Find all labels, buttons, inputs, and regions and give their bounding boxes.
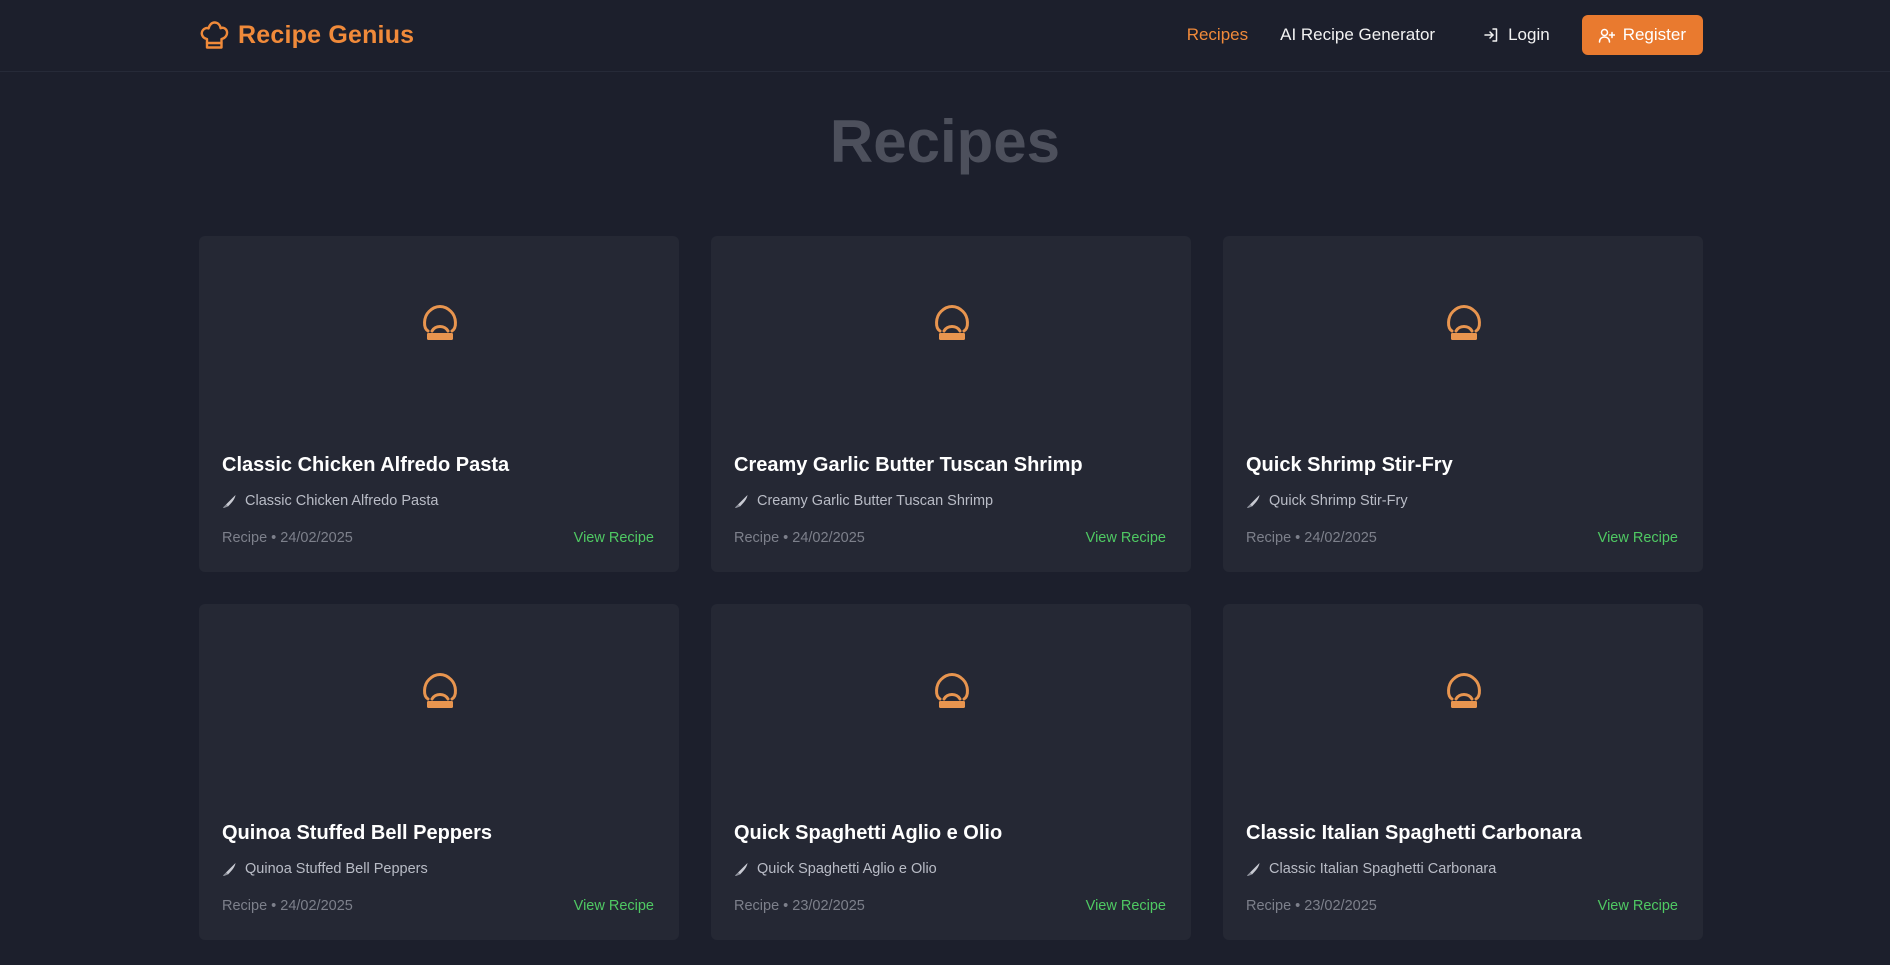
recipe-meta: Recipe • 23/02/2025 [734, 898, 865, 914]
nav-recipes-link[interactable]: Recipes [1187, 25, 1248, 45]
view-recipe-link[interactable]: View Recipe [1598, 898, 1678, 914]
recipe-title: Classic Chicken Alfredo Pasta [222, 454, 510, 476]
recipe-subtitle-text: Quick Shrimp Stir-Fry [1269, 493, 1408, 509]
recipe-card[interactable]: Classic Chicken Alfredo Pasta Classic Ch… [199, 236, 679, 572]
view-recipe-link[interactable]: View Recipe [1086, 530, 1166, 546]
chef-hat-icon [935, 305, 969, 340]
recipe-subtitle-text: Quick Spaghetti Aglio e Olio [757, 861, 937, 877]
recipe-subtitle: Classic Chicken Alfredo Pasta [222, 493, 438, 509]
recipe-title: Classic Italian Spaghetti Carbonara [1246, 822, 1582, 844]
knife-icon [1247, 862, 1260, 876]
page-title: Recipes [829, 108, 1061, 175]
recipe-title: Quick Spaghetti Aglio e Olio [734, 822, 1003, 844]
view-recipe-link[interactable]: View Recipe [574, 898, 654, 914]
recipe-meta: Recipe • 24/02/2025 [1246, 530, 1377, 546]
main-nav: Recipes AI Recipe Generator Login Regist… [1187, 15, 1703, 55]
recipe-card[interactable]: Quinoa Stuffed Bell Peppers Quinoa Stuff… [199, 604, 679, 940]
recipe-title: Creamy Garlic Butter Tuscan Shrimp [734, 454, 1083, 476]
register-button[interactable]: Register [1581, 15, 1703, 55]
recipe-grid: Classic Chicken Alfredo Pasta Classic Ch… [199, 236, 1703, 940]
recipe-subtitle-text: Creamy Garlic Butter Tuscan Shrimp [757, 493, 994, 509]
knife-icon [223, 862, 236, 876]
chef-hat-icon [423, 305, 457, 340]
chef-hat-icon [1447, 305, 1481, 340]
chef-hat-icon [423, 673, 457, 708]
view-recipe-link[interactable]: View Recipe [1086, 898, 1166, 914]
knife-icon [1247, 494, 1260, 508]
recipe-subtitle: Quick Shrimp Stir-Fry [1246, 493, 1408, 509]
recipe-meta: Recipe • 24/02/2025 [734, 530, 865, 546]
recipe-subtitle: Quinoa Stuffed Bell Peppers [222, 861, 428, 877]
recipe-card[interactable]: Quick Spaghetti Aglio e Olio Quick Spagh… [711, 604, 1191, 940]
chef-hat-icon [935, 673, 969, 708]
nav-ai-generator-link[interactable]: AI Recipe Generator [1280, 25, 1435, 45]
recipe-card[interactable]: Quick Shrimp Stir-Fry Quick Shrimp Stir-… [1223, 236, 1703, 572]
recipe-meta: Recipe • 24/02/2025 [222, 898, 353, 914]
login-icon [1484, 28, 1498, 42]
user-plus-icon [1598, 28, 1615, 43]
brand-logo[interactable]: Recipe Genius [199, 18, 414, 52]
view-recipe-link[interactable]: View Recipe [1598, 530, 1678, 546]
login-link[interactable]: Login [1483, 25, 1550, 45]
recipe-title: Quick Shrimp Stir-Fry [1246, 454, 1453, 476]
recipe-meta: Recipe • 24/02/2025 [222, 530, 353, 546]
brand-name: Recipe Genius [238, 20, 415, 49]
recipe-subtitle-text: Classic Italian Spaghetti Carbonara [1269, 861, 1497, 877]
knife-icon [735, 494, 748, 508]
knife-icon [223, 494, 236, 508]
chef-hat-icon [1447, 673, 1481, 708]
login-label: Login [1508, 25, 1550, 44]
recipe-title: Quinoa Stuffed Bell Peppers [222, 822, 493, 844]
navbar: Recipe Genius Recipes AI Recipe Generato… [0, 0, 1890, 72]
recipe-card[interactable]: Creamy Garlic Butter Tuscan Shrimp Cream… [711, 236, 1191, 572]
view-recipe-link[interactable]: View Recipe [574, 530, 654, 546]
chef-hat-icon [200, 21, 229, 49]
recipe-card[interactable]: Classic Italian Spaghetti Carbonara Clas… [1223, 604, 1703, 940]
register-label: Register [1622, 25, 1686, 44]
knife-icon [735, 862, 748, 876]
recipe-meta: Recipe • 23/02/2025 [1246, 898, 1377, 914]
recipe-subtitle: Classic Italian Spaghetti Carbonara [1246, 861, 1496, 877]
recipe-subtitle-text: Classic Chicken Alfredo Pasta [245, 493, 439, 509]
recipe-subtitle-text: Quinoa Stuffed Bell Peppers [245, 861, 428, 877]
recipe-subtitle: Creamy Garlic Butter Tuscan Shrimp [734, 493, 993, 509]
recipe-subtitle: Quick Spaghetti Aglio e Olio [734, 861, 937, 877]
